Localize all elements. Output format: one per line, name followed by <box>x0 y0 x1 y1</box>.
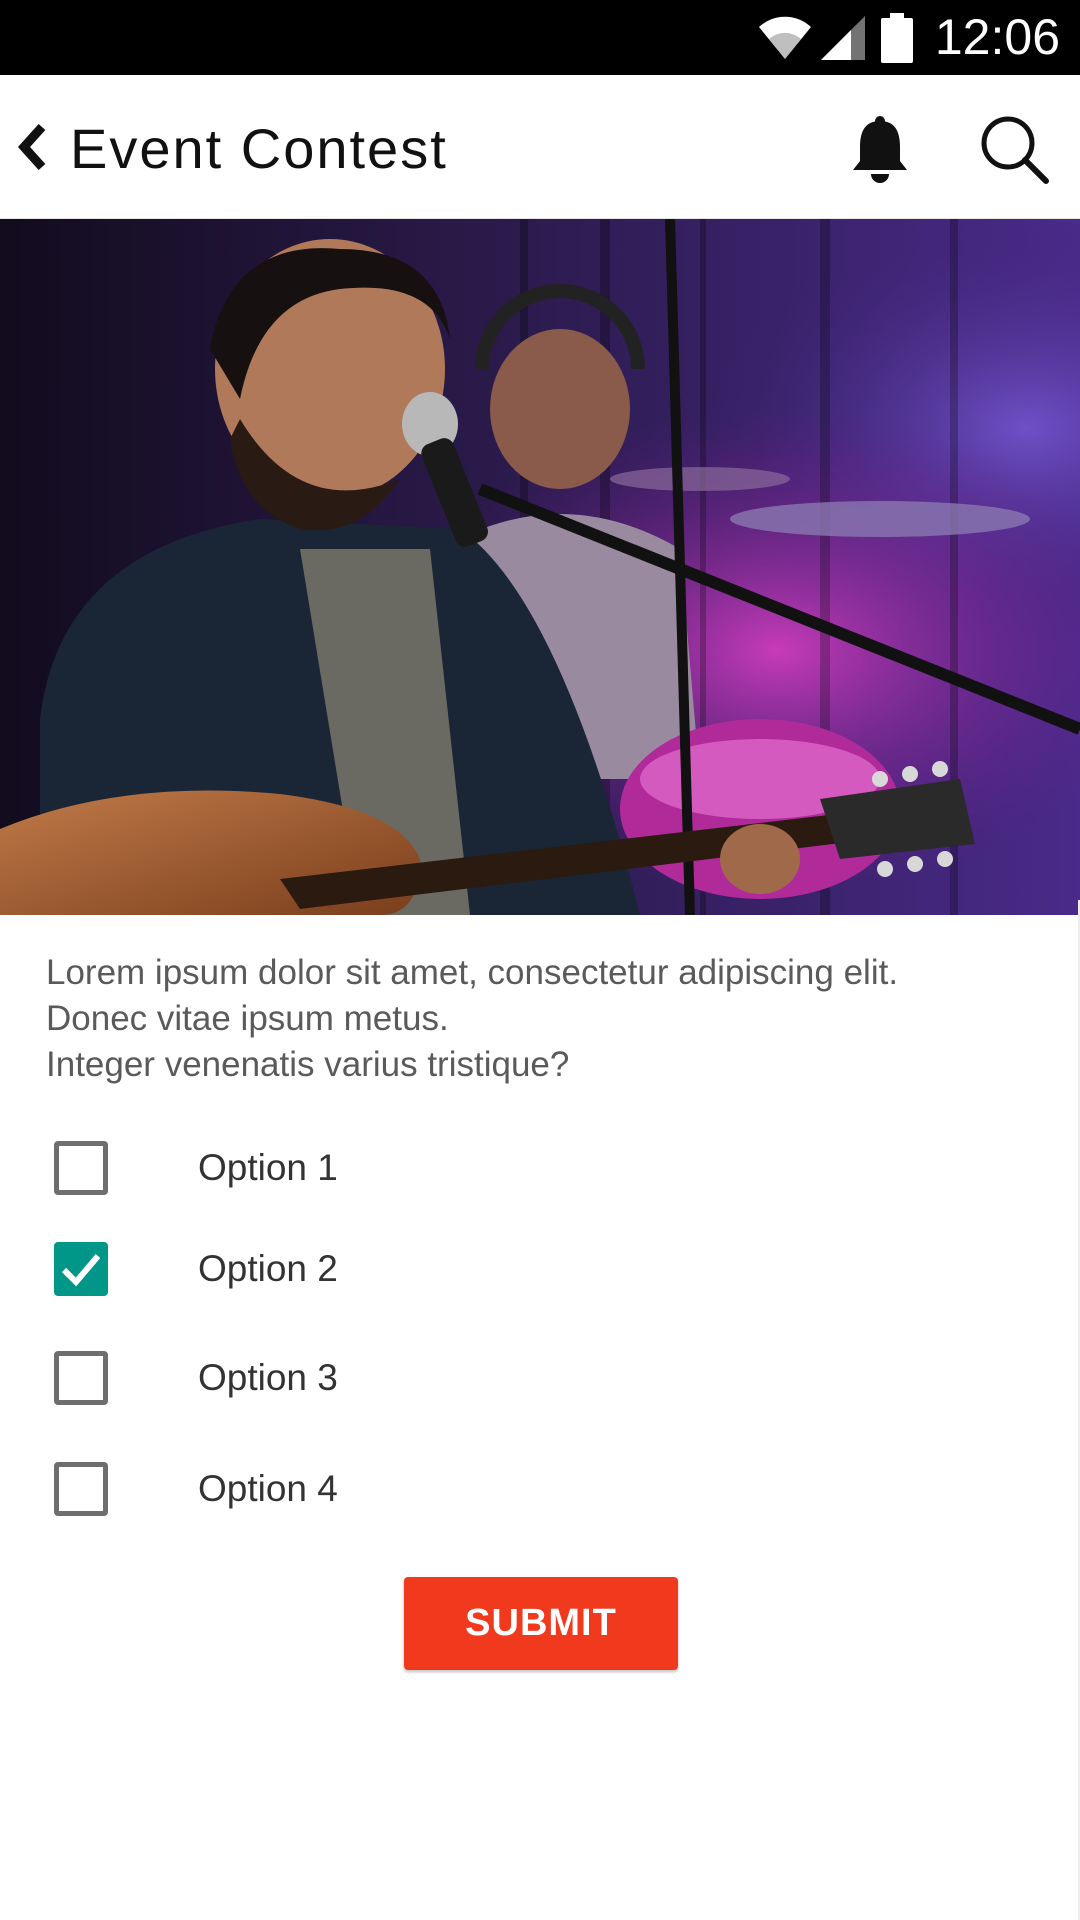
concert-photo <box>0 219 1080 915</box>
question-line: Lorem ipsum dolor sit amet, consectetur … <box>46 953 899 992</box>
question-line: Donec vitae ipsum metus. <box>46 999 449 1038</box>
search-icon <box>981 116 1049 184</box>
page-title: Event Contest <box>70 117 448 180</box>
cell-signal-icon <box>820 15 865 60</box>
option-3[interactable]: Option 3 <box>0 1337 1080 1427</box>
app-bar: Event Contest <box>0 75 1080 219</box>
option-2-checkbox[interactable] <box>54 1242 108 1296</box>
option-label: Option 2 <box>198 1248 338 1289</box>
hero-image <box>0 219 1080 915</box>
option-1-checkbox[interactable] <box>54 1141 108 1195</box>
option-label: Option 1 <box>198 1147 338 1188</box>
status-bar: 12:06 <box>0 0 1080 75</box>
wifi-icon <box>758 16 811 59</box>
bell-icon <box>853 116 907 183</box>
chevron-left-icon <box>17 123 46 171</box>
option-label: Option 3 <box>198 1357 338 1398</box>
status-icons: 12:06 <box>757 0 1060 75</box>
option-label: Option 4 <box>198 1468 338 1509</box>
option-4[interactable]: Option 4 <box>0 1448 1080 1538</box>
submit-button[interactable]: SUBMIT <box>404 1577 678 1670</box>
question-line: Integer venenatis varius tristique? <box>46 1045 570 1084</box>
battery-icon <box>880 12 913 63</box>
question-text: Lorem ipsum dolor sit amet, consectetur … <box>46 950 1046 1088</box>
option-2[interactable]: Option 2 <box>0 1228 1080 1318</box>
option-1[interactable]: Option 1 <box>0 1127 1080 1217</box>
screen: 12:06 Event Contest Lorem ipsum dolor si… <box>0 0 1080 1920</box>
status-time: 12:06 <box>934 9 1060 65</box>
option-3-checkbox[interactable] <box>54 1351 108 1405</box>
option-4-checkbox[interactable] <box>54 1462 108 1516</box>
notifications-button[interactable] <box>850 115 910 185</box>
checkmark-icon <box>61 1254 101 1287</box>
search-button[interactable] <box>978 113 1050 185</box>
back-button[interactable] <box>14 119 54 175</box>
